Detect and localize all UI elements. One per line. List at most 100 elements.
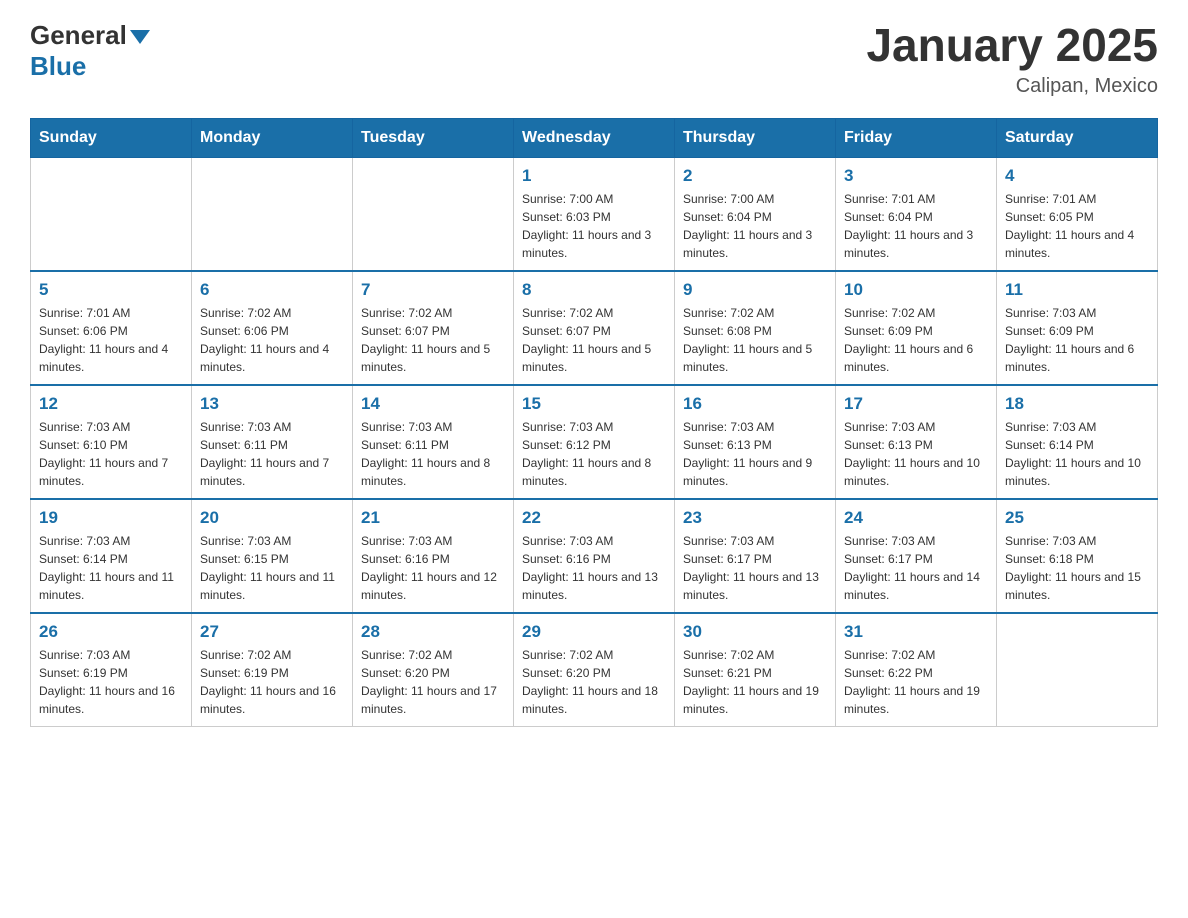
day-info: Sunrise: 7:03 AMSunset: 6:13 PMDaylight:… [844,418,988,490]
day-info: Sunrise: 7:00 AMSunset: 6:04 PMDaylight:… [683,190,827,262]
day-number: 15 [522,394,666,414]
calendar-day-cell [997,613,1158,727]
day-number: 6 [200,280,344,300]
day-number: 2 [683,166,827,186]
day-info: Sunrise: 7:01 AMSunset: 6:05 PMDaylight:… [1005,190,1149,262]
calendar-day-cell [353,157,514,271]
day-info: Sunrise: 7:03 AMSunset: 6:16 PMDaylight:… [361,532,505,604]
day-number: 21 [361,508,505,528]
calendar-day-cell: 12Sunrise: 7:03 AMSunset: 6:10 PMDayligh… [31,385,192,499]
day-info: Sunrise: 7:03 AMSunset: 6:14 PMDaylight:… [1005,418,1149,490]
day-number: 5 [39,280,183,300]
title-section: January 2025 Calipan, Mexico [866,20,1158,98]
calendar-day-cell: 18 Sunrise: 7:03 AMSunset: 6:14 PMDayligh… [997,385,1158,499]
logo: General Blue [30,20,150,82]
day-number: 27 [200,622,344,642]
day-info: Sunrise: 7:02 AMSunset: 6:07 PMDaylight:… [522,304,666,376]
day-info: Sunrise: 7:03 AMSunset: 6:14 PMDaylight:… [39,532,183,604]
day-number: 31 [844,622,988,642]
calendar-day-cell: 17 Sunrise: 7:03 AMSunset: 6:13 PMDayligh… [836,385,997,499]
day-number: 24 [844,508,988,528]
calendar-day-header: Tuesday [353,118,514,157]
calendar-day-cell: 23Sunrise: 7:03 AMSunset: 6:17 PMDayligh… [675,499,836,613]
day-info: Sunrise: 7:03 AMSunset: 6:11 PMDaylight:… [200,418,344,490]
calendar-day-cell: 20 Sunrise: 7:03 AMSunset: 6:15 PMDayligh… [192,499,353,613]
day-number: 10 [844,280,988,300]
logo-blue-text: Blue [30,51,86,82]
calendar-table: SundayMondayTuesdayWednesdayThursdayFrid… [30,118,1158,727]
calendar-day-cell: 7Sunrise: 7:02 AMSunset: 6:07 PMDaylight… [353,271,514,385]
day-info: Sunrise: 7:03 AMSunset: 6:12 PMDaylight:… [522,418,666,490]
day-number: 14 [361,394,505,414]
calendar-week-row: 12Sunrise: 7:03 AMSunset: 6:10 PMDayligh… [31,385,1158,499]
day-number: 22 [522,508,666,528]
calendar-day-header: Saturday [997,118,1158,157]
day-number: 4 [1005,166,1149,186]
day-info: Sunrise: 7:02 AMSunset: 6:08 PMDaylight:… [683,304,827,376]
day-info: Sunrise: 7:03 AMSunset: 6:19 PMDaylight:… [39,646,183,718]
calendar-day-cell: 28 Sunrise: 7:02 AMSunset: 6:20 PMDayligh… [353,613,514,727]
calendar-week-row: 19Sunrise: 7:03 AMSunset: 6:14 PMDayligh… [31,499,1158,613]
calendar-day-cell: 13 Sunrise: 7:03 AMSunset: 6:11 PMDayligh… [192,385,353,499]
day-info: Sunrise: 7:03 AMSunset: 6:13 PMDaylight:… [683,418,827,490]
day-info: Sunrise: 7:03 AMSunset: 6:16 PMDaylight:… [522,532,666,604]
day-number: 26 [39,622,183,642]
day-number: 16 [683,394,827,414]
day-number: 23 [683,508,827,528]
calendar-day-cell: 14 Sunrise: 7:03 AMSunset: 6:11 PMDayligh… [353,385,514,499]
day-info: Sunrise: 7:03 AMSunset: 6:17 PMDaylight:… [844,532,988,604]
calendar-day-cell [31,157,192,271]
day-info: Sunrise: 7:02 AMSunset: 6:20 PMDaylight:… [361,646,505,718]
calendar-day-cell: 30Sunrise: 7:02 AMSunset: 6:21 PMDayligh… [675,613,836,727]
calendar-day-cell: 4 Sunrise: 7:01 AMSunset: 6:05 PMDaylight… [997,157,1158,271]
calendar-day-cell: 5 Sunrise: 7:01 AMSunset: 6:06 PMDaylight… [31,271,192,385]
day-number: 25 [1005,508,1149,528]
calendar-day-cell: 3Sunrise: 7:01 AMSunset: 6:04 PMDaylight… [836,157,997,271]
calendar-day-cell: 11 Sunrise: 7:03 AMSunset: 6:09 PMDayligh… [997,271,1158,385]
logo-general-text: General [30,20,127,51]
calendar-day-cell: 10 Sunrise: 7:02 AMSunset: 6:09 PMDayligh… [836,271,997,385]
calendar-day-cell: 25Sunrise: 7:03 AMSunset: 6:18 PMDayligh… [997,499,1158,613]
calendar-day-header: Thursday [675,118,836,157]
day-number: 1 [522,166,666,186]
calendar-day-cell: 19Sunrise: 7:03 AMSunset: 6:14 PMDayligh… [31,499,192,613]
day-number: 29 [522,622,666,642]
day-info: Sunrise: 7:03 AMSunset: 6:11 PMDaylight:… [361,418,505,490]
day-info: Sunrise: 7:01 AMSunset: 6:04 PMDaylight:… [844,190,988,262]
day-number: 18 [1005,394,1149,414]
day-number: 9 [683,280,827,300]
calendar-day-cell: 27 Sunrise: 7:02 AMSunset: 6:19 PMDayligh… [192,613,353,727]
day-info: Sunrise: 7:03 AMSunset: 6:15 PMDaylight:… [200,532,344,604]
day-info: Sunrise: 7:02 AMSunset: 6:06 PMDaylight:… [200,304,344,376]
calendar-week-row: 1Sunrise: 7:00 AMSunset: 6:03 PMDaylight… [31,157,1158,271]
day-number: 11 [1005,280,1149,300]
day-info: Sunrise: 7:02 AMSunset: 6:19 PMDaylight:… [200,646,344,718]
calendar-day-cell: 22 Sunrise: 7:03 AMSunset: 6:16 PMDayligh… [514,499,675,613]
day-number: 28 [361,622,505,642]
day-info: Sunrise: 7:03 AMSunset: 6:09 PMDaylight:… [1005,304,1149,376]
day-info: Sunrise: 7:02 AMSunset: 6:09 PMDaylight:… [844,304,988,376]
calendar-header-row: SundayMondayTuesdayWednesdayThursdayFrid… [31,118,1158,157]
day-info: Sunrise: 7:02 AMSunset: 6:21 PMDaylight:… [683,646,827,718]
calendar-day-cell: 31 Sunrise: 7:02 AMSunset: 6:22 PMDayligh… [836,613,997,727]
day-number: 20 [200,508,344,528]
calendar-day-cell: 15 Sunrise: 7:03 AMSunset: 6:12 PMDayligh… [514,385,675,499]
calendar-day-cell: 26 Sunrise: 7:03 AMSunset: 6:19 PMDayligh… [31,613,192,727]
calendar-day-cell: 6 Sunrise: 7:02 AMSunset: 6:06 PMDaylight… [192,271,353,385]
calendar-day-cell: 8Sunrise: 7:02 AMSunset: 6:07 PMDaylight… [514,271,675,385]
subtitle: Calipan, Mexico [866,75,1158,98]
day-info: Sunrise: 7:01 AMSunset: 6:06 PMDaylight:… [39,304,183,376]
day-info: Sunrise: 7:02 AMSunset: 6:07 PMDaylight:… [361,304,505,376]
day-number: 17 [844,394,988,414]
day-number: 13 [200,394,344,414]
day-info: Sunrise: 7:02 AMSunset: 6:20 PMDaylight:… [522,646,666,718]
calendar-day-cell: 2 Sunrise: 7:00 AMSunset: 6:04 PMDaylight… [675,157,836,271]
calendar-day-header: Monday [192,118,353,157]
calendar-day-cell: 16 Sunrise: 7:03 AMSunset: 6:13 PMDayligh… [675,385,836,499]
day-info: Sunrise: 7:02 AMSunset: 6:22 PMDaylight:… [844,646,988,718]
day-number: 12 [39,394,183,414]
calendar-day-cell: 1Sunrise: 7:00 AMSunset: 6:03 PMDaylight… [514,157,675,271]
logo-triangle-icon [130,30,150,44]
calendar-week-row: 5 Sunrise: 7:01 AMSunset: 6:06 PMDaylight… [31,271,1158,385]
page-header: General Blue January 2025 Calipan, Mexic… [30,20,1158,98]
